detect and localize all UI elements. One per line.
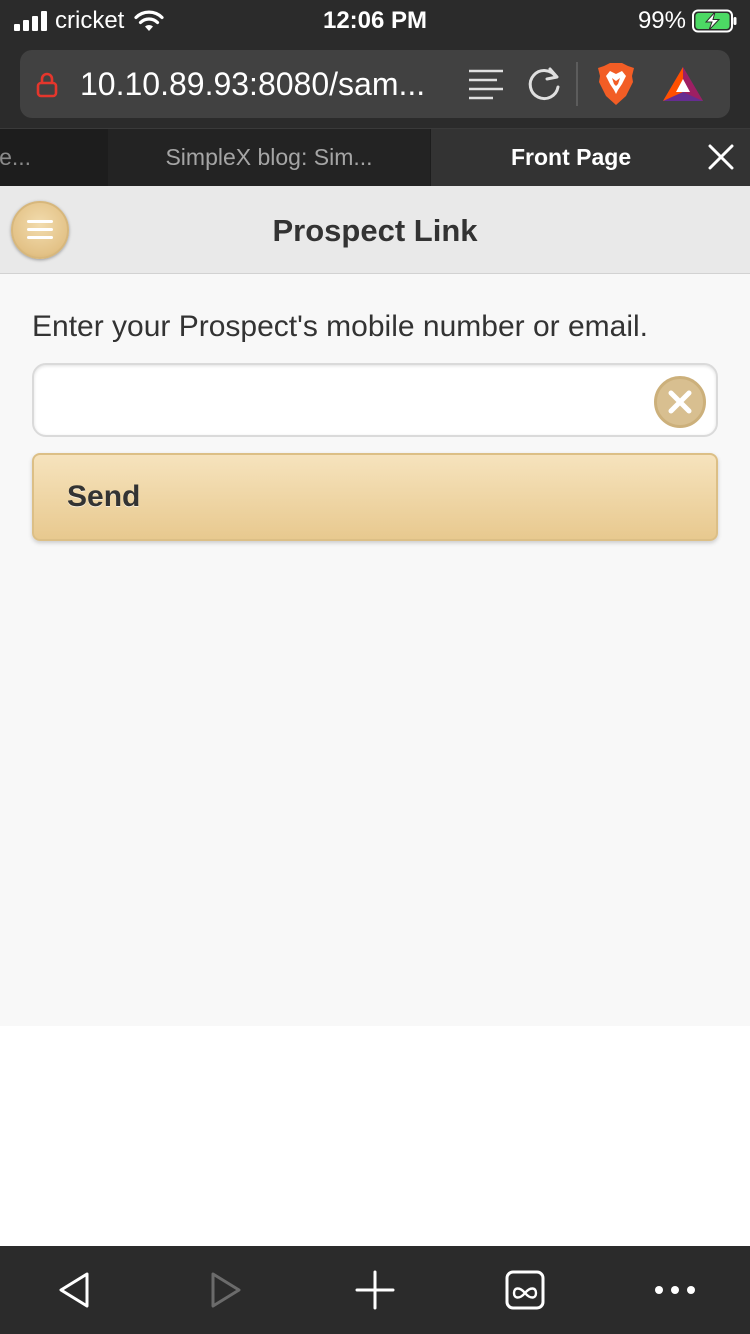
brave-shields-icon[interactable] (596, 62, 636, 106)
brave-rewards-icon[interactable] (662, 66, 704, 102)
reload-icon[interactable] (525, 65, 563, 103)
battery-charging-icon (692, 9, 737, 33)
url-field[interactable]: 10.10.89.93:8080/sam... (20, 50, 730, 118)
lock-icon[interactable] (36, 72, 58, 98)
contact-input-wrapper (32, 363, 718, 437)
forward-icon[interactable] (203, 1268, 247, 1312)
tab-front-page[interactable]: Front Page (431, 129, 750, 186)
clear-input-button[interactable] (654, 376, 706, 428)
web-page: Prospect Link Enter your Prospect's mobi… (0, 186, 750, 1026)
page-header: Prospect Link (0, 186, 750, 274)
back-icon[interactable] (53, 1268, 97, 1312)
tab-strip: le... SimpleX blog: Sim... Front Page (0, 128, 750, 186)
contact-input[interactable] (34, 365, 644, 435)
address-separator (576, 62, 578, 106)
clear-icon (668, 390, 692, 414)
more-icon[interactable] (653, 1268, 697, 1312)
reader-mode-icon[interactable] (468, 67, 504, 101)
send-button[interactable]: Send (32, 453, 718, 541)
browser-address-bar: 10.10.89.93:8080/sam... (0, 42, 750, 128)
plus-icon[interactable] (353, 1268, 397, 1312)
menu-button[interactable] (11, 201, 69, 259)
status-bar: cricket 12:06 PM 99% (0, 0, 750, 42)
tab-label: SimpleX blog: Sim... (165, 144, 373, 170)
battery-percent: 99% (637, 7, 686, 34)
prospect-prompt: Enter your Prospect's mobile number or e… (32, 310, 648, 343)
tab-partial[interactable]: le... (0, 129, 108, 186)
tab-label: le... (0, 144, 32, 170)
tabs-icon[interactable] (503, 1268, 547, 1312)
phone-screen: cricket 12:06 PM 99% 10.10.89.93:8080/sa… (0, 0, 750, 1334)
hamburger-icon (27, 220, 53, 244)
url-text[interactable]: 10.10.89.93:8080/sam... (80, 50, 425, 118)
tab-simplex-blog[interactable]: SimpleX blog: Sim... (108, 129, 430, 186)
browser-toolbar (0, 1246, 750, 1334)
status-right: 99% (638, 6, 738, 36)
tab-label: Front Page (511, 144, 632, 170)
close-icon[interactable] (708, 144, 734, 170)
page-title: Prospect Link (272, 213, 478, 248)
